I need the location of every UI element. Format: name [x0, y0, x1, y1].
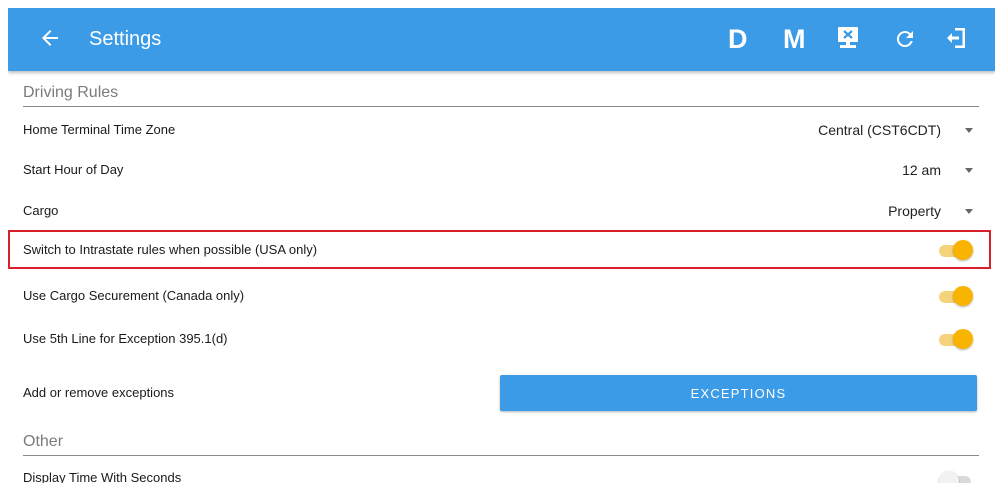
- app-bar: Settings D M: [8, 8, 995, 71]
- setting-label: Use Cargo Securement (Canada only): [23, 288, 245, 303]
- fifth-line-toggle[interactable]: [939, 329, 973, 351]
- setting-label: Switch to Intrastate rules when possible…: [23, 242, 318, 257]
- setting-label: Cargo: [23, 203, 59, 218]
- refresh-icon[interactable]: [893, 27, 917, 65]
- setting-row-cargo: Cargo Property: [8, 191, 995, 231]
- logout-icon[interactable]: [943, 25, 969, 63]
- time-zone-value: Central (CST6CDT): [818, 122, 941, 138]
- dropdown-caret-icon: [965, 208, 973, 214]
- frame-edge: [0, 0, 6, 483]
- toggle-thumb: [953, 329, 973, 349]
- exceptions-button[interactable]: EXCEPTIONS: [500, 375, 977, 411]
- setting-label: Display Time With Seconds: [23, 470, 182, 483]
- toggle-thumb: [953, 240, 973, 260]
- toggle-thumb: [953, 286, 973, 306]
- dropdown-caret-icon: [965, 167, 973, 173]
- setting-row-cargo-securement: Use Cargo Securement (Canada only): [8, 276, 995, 316]
- setting-row-intrastate: Switch to Intrastate rules when possible…: [8, 230, 995, 270]
- setting-label: Use 5th Line for Exception 395.1(d): [23, 331, 228, 346]
- page-title: Settings: [89, 28, 162, 50]
- start-hour-dropdown[interactable]: 12 am: [902, 157, 973, 183]
- setting-row-home-terminal-time-zone: Home Terminal Time Zone Central (CST6CDT…: [8, 110, 995, 150]
- back-arrow-icon[interactable]: [38, 26, 62, 50]
- setting-label: Start Hour of Day: [23, 162, 124, 177]
- setting-row-start-hour: Start Hour of Day 12 am: [8, 150, 995, 190]
- display-time-seconds-toggle[interactable]: [939, 471, 973, 483]
- duty-status-d-button[interactable]: D: [728, 20, 748, 58]
- cargo-dropdown[interactable]: Property: [888, 198, 973, 224]
- section-header-driving-rules: Driving Rules: [23, 84, 979, 107]
- settings-screen: Settings D M Driving Rules Home Terminal…: [8, 8, 995, 483]
- toggle-thumb: [939, 471, 959, 483]
- inspection-icon[interactable]: [835, 25, 861, 63]
- cargo-securement-toggle[interactable]: [939, 286, 973, 308]
- section-header-other: Other: [23, 433, 979, 456]
- setting-label: Add or remove exceptions: [23, 385, 175, 400]
- cargo-value: Property: [888, 203, 941, 219]
- dropdown-caret-icon: [965, 127, 973, 133]
- duty-status-m-button[interactable]: M: [783, 20, 806, 58]
- setting-row-fifth-line: Use 5th Line for Exception 395.1(d): [8, 319, 995, 359]
- time-zone-dropdown[interactable]: Central (CST6CDT): [818, 117, 973, 143]
- setting-label: Home Terminal Time Zone: [23, 122, 176, 137]
- start-hour-value: 12 am: [902, 162, 941, 178]
- setting-row-display-time-seconds: Display Time With Seconds: [8, 460, 995, 483]
- intrastate-toggle[interactable]: [939, 240, 973, 262]
